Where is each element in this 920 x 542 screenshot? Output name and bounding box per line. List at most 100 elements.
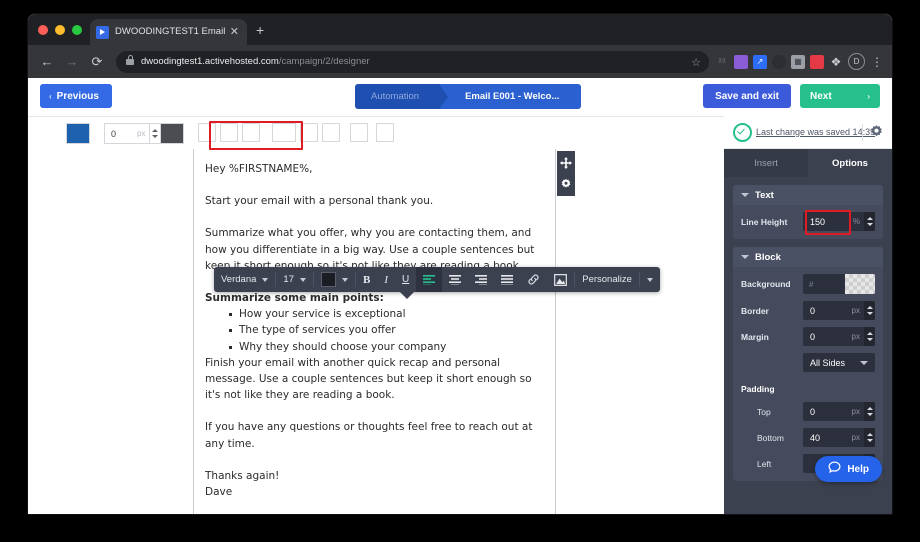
extension-grid-icon[interactable]: ▦	[791, 55, 805, 69]
border-input[interactable]: 0 px	[803, 301, 875, 320]
background-color-input[interactable]: #	[803, 274, 875, 294]
extension-dark-circle-icon[interactable]	[772, 55, 786, 69]
image-icon[interactable]	[547, 267, 574, 292]
next-button[interactable]: Next ›	[800, 84, 880, 108]
toolbar-icon-4[interactable]	[272, 123, 296, 142]
text-section-header[interactable]: Text	[733, 185, 883, 205]
tab-insert[interactable]: Insert	[724, 149, 808, 177]
padding-bottom-stepper[interactable]	[864, 428, 875, 447]
email-points-heading: Summarize some main points:	[205, 290, 547, 306]
align-justify-button[interactable]	[494, 267, 520, 292]
personalize-button[interactable]: Personalize	[575, 267, 639, 292]
padding-left-label: Left	[741, 459, 803, 469]
extension-red-icon[interactable]	[810, 55, 824, 69]
block-section-header[interactable]: Block	[733, 247, 883, 267]
email-text-block[interactable]: Hey %FIRSTNAME%, Start your email with a…	[194, 149, 555, 500]
toolbar-icon-2[interactable]	[220, 123, 238, 142]
close-icon[interactable]: ✕	[228, 27, 241, 37]
breadcrumb-item-email[interactable]: Email E001 - Welco...	[439, 84, 581, 109]
email-canvas[interactable]: Hey %FIRSTNAME%, Start your email with a…	[193, 149, 556, 514]
block-color-swatch[interactable]	[66, 123, 90, 144]
chrome-menu-icon[interactable]: ⋮	[870, 55, 884, 69]
line-height-label: Line Height	[741, 217, 803, 227]
padding-top-stepper[interactable]	[864, 402, 875, 421]
padding-top-input[interactable]: 0 px	[803, 402, 875, 421]
padding-bottom-input[interactable]: 40 px	[803, 428, 875, 447]
link-icon[interactable]	[520, 267, 547, 292]
underline-button[interactable]: U	[395, 267, 416, 292]
margin-row: Margin 0 px	[741, 327, 875, 346]
block-border-field[interactable]: 0 px	[104, 123, 184, 144]
list-item: Why they should choose your company	[239, 339, 547, 355]
reload-icon[interactable]: ⟳	[86, 51, 108, 73]
help-button[interactable]: Help	[815, 456, 882, 482]
toolbar-icon-6[interactable]	[322, 123, 340, 142]
line-height-input[interactable]: 150 %	[803, 212, 875, 231]
toolbar-icon-7[interactable]	[350, 123, 368, 142]
save-and-exit-button[interactable]: Save and exit	[703, 84, 791, 108]
align-left-button[interactable]	[416, 267, 442, 292]
background-color-swatch[interactable]	[845, 274, 875, 294]
text-color-picker[interactable]	[314, 267, 355, 292]
close-window-button[interactable]	[38, 25, 48, 35]
tab-options[interactable]: Options	[808, 149, 892, 177]
italic-button[interactable]: I	[377, 267, 395, 292]
border-stepper[interactable]	[864, 301, 875, 320]
maximize-window-button[interactable]	[72, 25, 82, 35]
toolbar-icon-5[interactable]	[300, 123, 318, 142]
bold-button[interactable]: B	[356, 267, 377, 292]
chevron-down-icon	[342, 278, 348, 282]
extension-lastpass-icon[interactable]	[734, 55, 748, 69]
sides-select[interactable]: All Sides	[803, 353, 875, 372]
url-path: /campaign/2/designer	[279, 56, 370, 67]
options-panel: Last change was saved 14:39 Insert Optio…	[724, 116, 892, 514]
extension-blue-icon[interactable]: ↗	[753, 55, 767, 69]
toolbar-icon-8[interactable]	[376, 123, 394, 142]
margin-stepper[interactable]	[864, 327, 875, 346]
list-item: How your service is exceptional	[239, 306, 547, 322]
toolbar-icon-1[interactable]	[198, 123, 216, 142]
address-bar[interactable]: dwoodingtest1.activehosted.com/campaign/…	[116, 51, 709, 73]
text-format-toolbar: Verdana 17 B I U	[214, 267, 660, 292]
line-height-stepper[interactable]	[864, 212, 875, 231]
new-tab-button[interactable]: +	[256, 23, 264, 37]
more-options-button[interactable]	[640, 267, 660, 292]
breadcrumb-item-automation[interactable]: Automation	[355, 84, 439, 109]
next-button-label: Next	[810, 91, 832, 102]
bookmark-star-icon[interactable]: ☆	[691, 56, 701, 69]
previous-button[interactable]: ‹ Previous	[40, 84, 112, 108]
padding-top-row: Top 0 px	[741, 402, 875, 421]
block-section: Block Background # Border	[733, 247, 883, 481]
window-traffic-lights	[38, 25, 82, 35]
move-handle-icon[interactable]	[560, 157, 572, 169]
gear-icon[interactable]	[560, 178, 572, 190]
align-center-button[interactable]	[442, 267, 468, 292]
block-border-value: 0	[105, 124, 137, 143]
margin-input[interactable]: 0 px	[803, 327, 875, 346]
back-icon[interactable]: ←	[36, 51, 58, 73]
align-right-button[interactable]	[468, 267, 494, 292]
help-button-label: Help	[847, 464, 869, 475]
list-item: The type of services you offer	[239, 322, 547, 338]
browser-tab[interactable]: DWOODINGTEST1 Email Mark ✕	[90, 19, 247, 45]
font-family-dropdown[interactable]: Verdana	[214, 267, 275, 292]
email-points-list: How your service is exceptional The type…	[205, 306, 547, 355]
sides-select-value: All Sides	[810, 358, 845, 368]
panel-tabs: Insert Options	[724, 149, 892, 177]
panel-settings-gear-icon[interactable]	[869, 124, 884, 139]
block-border-color-swatch[interactable]	[160, 124, 183, 143]
minimize-window-button[interactable]	[55, 25, 65, 35]
line-height-unit: %	[853, 217, 864, 226]
chevron-down-icon	[741, 193, 749, 197]
background-hash: #	[803, 280, 845, 289]
toolbar-icon-3[interactable]	[242, 123, 260, 142]
block-border-stepper[interactable]	[149, 124, 160, 143]
app-top-bar: ‹ Previous Automation Email E001 - Welco…	[28, 78, 892, 117]
forward-icon[interactable]: →	[61, 51, 83, 73]
block-section-body: Background # Border 0 px	[733, 267, 883, 481]
extension-puzzle-icon[interactable]: ❖	[829, 55, 843, 69]
profile-avatar[interactable]: D	[848, 53, 865, 70]
extension-sidebar-icon[interactable]: ⎂	[715, 55, 729, 69]
padding-bottom-value: 40	[803, 433, 852, 443]
font-size-dropdown[interactable]: 17	[276, 267, 313, 292]
